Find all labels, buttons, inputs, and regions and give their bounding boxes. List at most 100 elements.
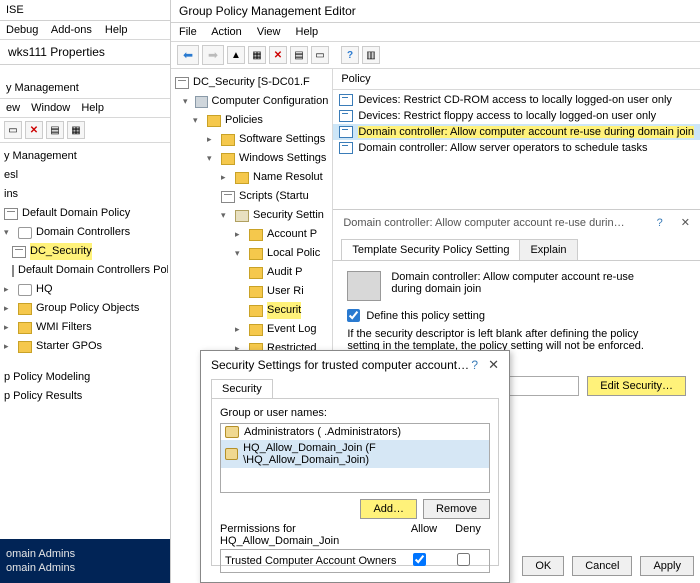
tree-user-rights[interactable]: User Ri bbox=[173, 282, 330, 301]
tree-default-dc-policy[interactable]: Default Domain Controllers Pol bbox=[2, 261, 168, 280]
help-icon[interactable]: ? bbox=[341, 46, 359, 64]
options-icon[interactable]: ▥ bbox=[362, 46, 380, 64]
folder-icon bbox=[249, 305, 263, 317]
tree-root[interactable]: y Management bbox=[2, 147, 168, 166]
label: Software Settings bbox=[239, 131, 325, 148]
up-icon[interactable]: ▲ bbox=[227, 46, 245, 64]
menu-action[interactable]: Action bbox=[211, 26, 242, 38]
chevron-right-icon[interactable]: ▸ bbox=[235, 321, 245, 338]
tree-scripts[interactable]: Scripts (Startu bbox=[173, 187, 330, 206]
policy-row[interactable]: Devices: Restrict floppy access to local… bbox=[333, 108, 700, 124]
groups-label: Group or user names: bbox=[220, 407, 490, 419]
tree-security-options[interactable]: Securit bbox=[173, 301, 330, 320]
add-button[interactable]: Add… bbox=[360, 499, 417, 519]
help-icon[interactable]: ? bbox=[471, 358, 478, 372]
allow-checkbox[interactable] bbox=[413, 553, 426, 566]
properties-icon[interactable]: ▤ bbox=[290, 46, 308, 64]
tab-security[interactable]: Security bbox=[211, 379, 273, 398]
gpmc-tree[interactable]: y Management esl ins Default Domain Poli… bbox=[0, 143, 170, 410]
remove-button[interactable]: Remove bbox=[423, 499, 490, 519]
menu-help[interactable]: Help bbox=[105, 24, 128, 36]
toolbar-refresh-icon[interactable]: ▦ bbox=[67, 121, 85, 139]
tree-local-policies[interactable]: ▾Local Polic bbox=[173, 244, 330, 263]
menu-file[interactable]: File bbox=[179, 26, 197, 38]
toolbar-new-window-icon[interactable]: ▭ bbox=[4, 121, 22, 139]
policy-list[interactable]: Devices: Restrict CD-ROM access to local… bbox=[333, 90, 700, 158]
group-user-list[interactable]: Administrators ( .Administrators) HQ_All… bbox=[220, 423, 490, 493]
chevron-right-icon[interactable]: ▸ bbox=[235, 226, 245, 243]
tree-event-log[interactable]: ▸Event Log bbox=[173, 320, 330, 339]
policy-row[interactable]: Domain controller: Allow server operator… bbox=[333, 140, 700, 156]
chevron-right-icon[interactable]: ▸ bbox=[4, 338, 14, 355]
menu-debug[interactable]: Debug bbox=[6, 24, 38, 36]
tree-security-settings[interactable]: ▾Security Settin bbox=[173, 206, 330, 225]
chevron-down-icon[interactable]: ▾ bbox=[4, 224, 14, 241]
show-hide-tree-icon[interactable]: ▦ bbox=[248, 46, 266, 64]
tree-gpo-root[interactable]: DC_Security [S-DC01.F bbox=[173, 73, 330, 92]
apply-button[interactable]: Apply bbox=[640, 556, 694, 576]
tree-wmi[interactable]: ▸WMI Filters bbox=[2, 318, 168, 337]
policy-row[interactable]: Devices: Restrict CD-ROM access to local… bbox=[333, 92, 700, 108]
define-policy-checkbox[interactable]: Define this policy setting bbox=[347, 309, 686, 322]
tree-hq[interactable]: ▸HQ bbox=[2, 280, 168, 299]
chevron-down-icon[interactable]: ▾ bbox=[207, 150, 217, 167]
group-row-selected[interactable]: HQ_Allow_Domain_Join (F \HQ_Allow_Domain… bbox=[221, 440, 489, 468]
tab-template[interactable]: Template Security Policy Setting bbox=[341, 239, 520, 260]
edit-security-button[interactable]: Edit Security… bbox=[587, 376, 686, 396]
chevron-down-icon[interactable]: ▾ bbox=[193, 112, 203, 129]
tree-audit-policy[interactable]: Audit P bbox=[173, 263, 330, 282]
chevron-down-icon[interactable]: ▾ bbox=[183, 93, 191, 110]
label: Policies bbox=[225, 112, 263, 129]
tree-domain-controllers[interactable]: ▾Domain Controllers bbox=[2, 223, 168, 242]
tree-software-settings[interactable]: ▸ Software Settings bbox=[173, 130, 330, 149]
define-checkbox-input[interactable] bbox=[347, 309, 360, 322]
menu-view[interactable]: ew bbox=[6, 102, 20, 114]
tree-windows-settings[interactable]: ▾Windows Settings bbox=[173, 149, 330, 168]
tree-domains[interactable]: ins bbox=[2, 185, 168, 204]
label: DC_Security [S-DC01.F bbox=[193, 74, 310, 91]
tree-account-policies[interactable]: ▸ Account P bbox=[173, 225, 330, 244]
tab-explain[interactable]: Explain bbox=[519, 239, 577, 260]
tree-modeling[interactable]: p Policy Modeling bbox=[2, 368, 168, 387]
label: Account P bbox=[267, 226, 317, 243]
tree-gpo[interactable]: ▸Group Policy Objects bbox=[2, 299, 168, 318]
toolbar-properties-icon[interactable]: ▤ bbox=[46, 121, 64, 139]
tree-computer-config[interactable]: ▾Computer Configuration bbox=[173, 92, 330, 111]
menu-view2[interactable]: View bbox=[257, 26, 281, 38]
export-icon[interactable]: ▭ bbox=[311, 46, 329, 64]
chevron-down-icon[interactable]: ▾ bbox=[221, 207, 231, 224]
tree-starter[interactable]: ▸Starter GPOs bbox=[2, 337, 168, 356]
tree-forest[interactable]: esl bbox=[2, 166, 168, 185]
chevron-right-icon[interactable]: ▸ bbox=[4, 300, 14, 317]
toolbar-delete-icon[interactable]: ✕ bbox=[25, 121, 43, 139]
security-settings-dialog: Security Settings for trusted computer a… bbox=[200, 350, 510, 583]
gpo-link-icon bbox=[12, 265, 14, 277]
close-icon[interactable]: ✕ bbox=[488, 357, 499, 373]
tree-dc-security[interactable]: DC_Security bbox=[2, 242, 168, 261]
delete-icon[interactable]: ✕ bbox=[269, 46, 287, 64]
menu-window[interactable]: Window bbox=[31, 102, 70, 114]
chevron-right-icon[interactable]: ▸ bbox=[4, 319, 14, 336]
menu-help3[interactable]: Help bbox=[296, 26, 319, 38]
ok-button[interactable]: OK bbox=[522, 556, 564, 576]
policy-column-header[interactable]: Policy bbox=[333, 69, 700, 90]
chevron-right-icon[interactable]: ▸ bbox=[207, 131, 217, 148]
group-row[interactable]: Administrators ( .Administrators) bbox=[221, 424, 489, 440]
scripts-icon bbox=[221, 191, 235, 203]
close-icon[interactable]: ✕ bbox=[681, 216, 690, 229]
chevron-right-icon[interactable]: ▸ bbox=[4, 281, 14, 298]
tree-policies[interactable]: ▾ Policies bbox=[173, 111, 330, 130]
help-icon[interactable]: ? bbox=[657, 217, 663, 229]
deny-checkbox[interactable] bbox=[457, 553, 470, 566]
back-icon[interactable]: ⬅ bbox=[177, 45, 199, 65]
computer-icon bbox=[195, 96, 207, 108]
cancel-button[interactable]: Cancel bbox=[572, 556, 632, 576]
tree-default-domain-policy[interactable]: Default Domain Policy bbox=[2, 204, 168, 223]
menu-addons[interactable]: Add-ons bbox=[51, 24, 92, 36]
policy-row-selected[interactable]: Domain controller: Allow computer accoun… bbox=[333, 124, 700, 140]
tree-results[interactable]: p Policy Results bbox=[2, 387, 168, 406]
chevron-right-icon[interactable]: ▸ bbox=[221, 169, 231, 186]
tree-name-resolution[interactable]: ▸Name Resolut bbox=[173, 168, 330, 187]
menu-help2[interactable]: Help bbox=[81, 102, 104, 114]
chevron-down-icon[interactable]: ▾ bbox=[235, 245, 245, 262]
